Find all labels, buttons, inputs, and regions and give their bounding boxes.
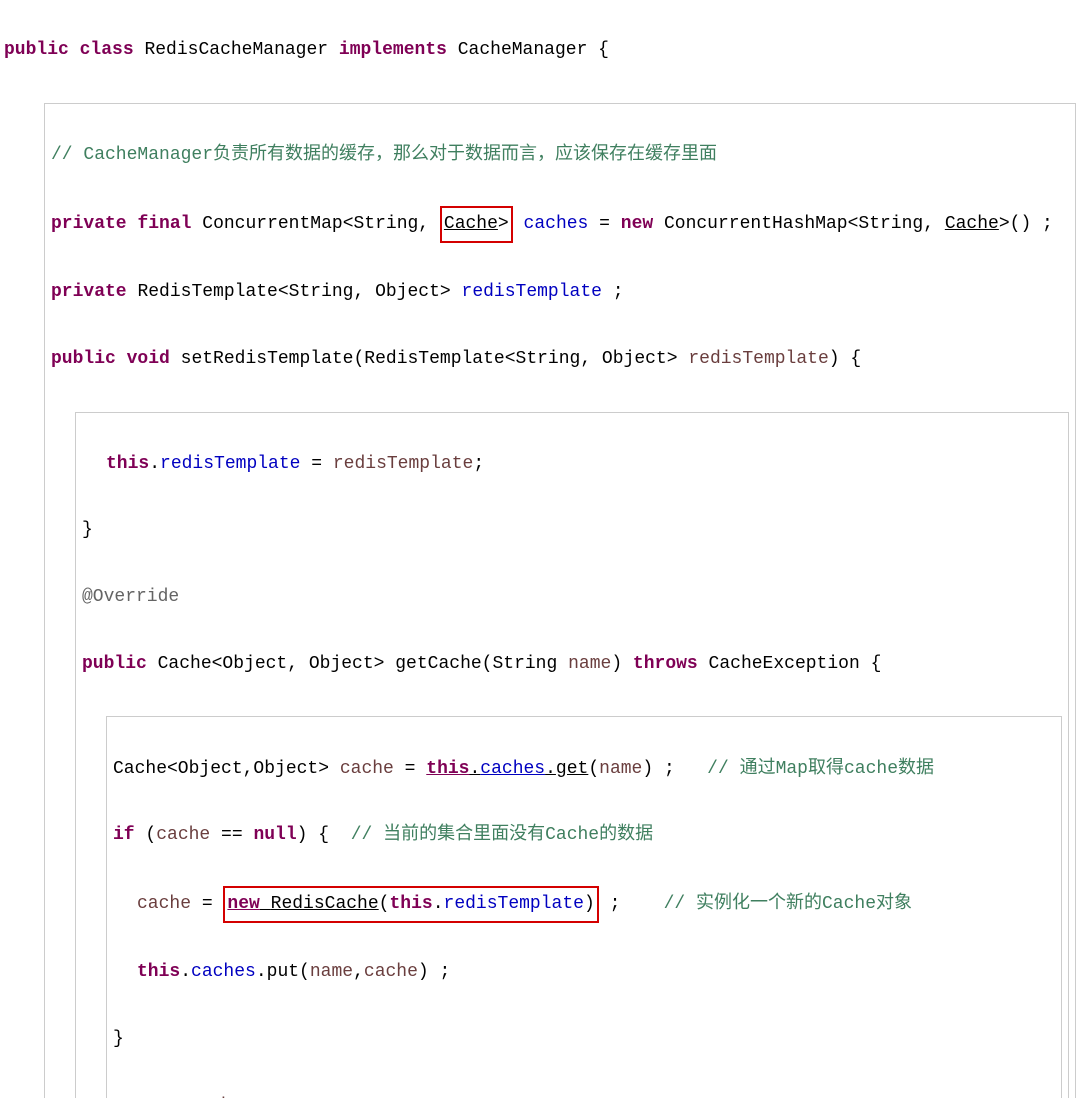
return-line: return cache; [113,1090,1055,1098]
new-cache-line: cache = new RedisCache(this.redisTemplat… [113,886,1055,923]
cache-get-line: Cache<Object,Object> cache = this.caches… [113,753,1055,786]
annotation: @Override [82,581,1062,614]
setter-body: this.redisTemplate = redisTemplate; } @O… [75,412,1069,1098]
class-declaration: public class RedisCacheManager implement… [4,34,1076,67]
getcache-body: Cache<Object,Object> cache = this.caches… [106,716,1062,1098]
code-block: public class RedisCacheManager implement… [0,0,1080,1098]
brace-close: } [82,514,1062,547]
comment-line: // CacheManager负责所有数据的缓存，那么对于数据而言，应该保存在缓… [51,139,1069,172]
if-line: if (cache == null) { // 当前的集合里面没有Cache的数… [113,819,1055,852]
assign-line: this.redisTemplate = redisTemplate; [82,448,1062,481]
put-line: this.caches.put(name,cache) ; [113,956,1055,989]
method-getcache: public Cache<Object, Object> getCache(St… [82,648,1062,681]
highlight-box: Cache> [440,206,513,243]
highlight-box: new RedisCache(this.redisTemplate) [223,886,598,923]
field-caches: private final ConcurrentMap<String, Cach… [51,206,1069,243]
brace-close: } [113,1023,1055,1056]
field-redistemplate: private RedisTemplate<String, Object> re… [51,276,1069,309]
class-body: // CacheManager负责所有数据的缓存，那么对于数据而言，应该保存在缓… [44,103,1076,1098]
method-setter: public void setRedisTemplate(RedisTempla… [51,343,1069,376]
